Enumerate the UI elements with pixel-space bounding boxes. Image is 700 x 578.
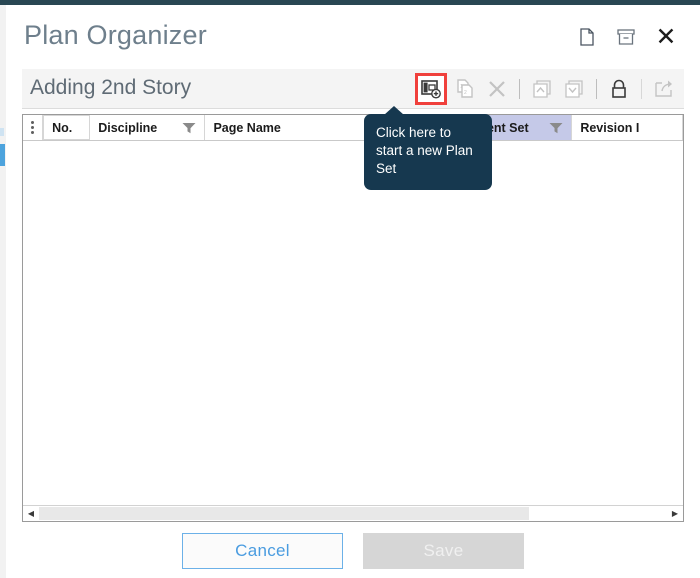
toolbar-separator-3 [641,78,642,99]
plan-organizer-dialog: Plan Organizer ✕ Adding 2nd Story 2 No. … [6,5,700,578]
column-label-discipline: Discipline [98,120,158,135]
dialog-header: Plan Organizer ✕ [6,5,700,69]
svg-text:2: 2 [464,90,467,96]
app-root: Plan Organizer ✕ Adding 2nd Story 2 No. … [0,0,700,578]
column-label-page-name: Page Name [213,120,281,135]
filter-icon-current-set[interactable] [549,122,563,134]
grid-header-row: No. Discipline Page Name Current Set Rev… [23,115,683,141]
dialog-footer: Cancel Save [6,524,700,578]
header-actions: ✕ [576,24,678,49]
move-down-button[interactable] [560,75,588,103]
kebab-menu-icon[interactable] [23,115,44,140]
document-icon[interactable] [576,25,598,49]
toolbar-band: Adding 2nd Story 1 [22,69,684,109]
cancel-button[interactable]: Cancel [182,533,343,569]
background-app-accent [0,144,5,166]
toolbar-separator-2 [596,78,597,99]
plan-set-name-label: Adding 2nd Story [30,75,192,99]
plan-set-grid: No. Discipline Page Name Current Set Rev… [22,114,684,522]
lock-icon[interactable] [605,75,633,103]
background-app-accent-light [0,128,4,136]
horizontal-scrollbar[interactable]: ◀ ▶ [23,505,683,521]
kebab-dots [31,121,35,134]
grid-body [23,141,683,501]
archive-icon[interactable] [615,25,637,49]
move-up-button[interactable] [528,75,556,103]
toolbar-separator [519,78,520,99]
tooltip-new-plan-set: Click here to start a new Plan Set [364,106,492,190]
column-header-revision[interactable]: Revision I [572,115,683,140]
close-icon[interactable]: ✕ [654,24,678,49]
scrollbar-track[interactable] [39,506,667,521]
column-header-discipline[interactable]: Discipline [90,115,206,140]
save-button: Save [363,533,524,569]
scroll-left-arrow-icon[interactable]: ◀ [23,506,39,521]
toolbar: 1 2 [415,72,684,105]
scroll-right-arrow-icon[interactable]: ▶ [667,506,683,521]
filter-icon-discipline[interactable] [182,122,196,134]
new-plan-set-button[interactable] [415,72,447,105]
scrollbar-thumb[interactable] [39,507,529,520]
page-title: Plan Organizer [24,19,207,50]
copy-plan-set-button[interactable]: 1 2 [451,75,479,103]
delete-button[interactable] [483,75,511,103]
column-label-revision: Revision I [580,120,640,135]
share-button[interactable] [650,75,678,103]
column-label-no: No. [52,120,73,135]
column-header-no[interactable]: No. [43,115,91,140]
